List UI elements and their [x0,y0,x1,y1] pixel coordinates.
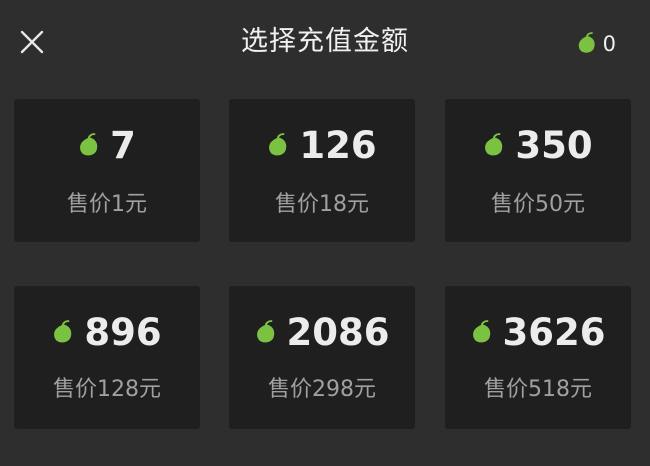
package-amount: 350 [515,124,593,167]
package-amount-row: 7 [14,124,200,168]
package-card[interactable]: 126 售价18元 [229,99,415,242]
package-amount: 7 [110,124,136,167]
package-price: 售价1元 [67,192,147,217]
package-card[interactable]: 896 售价128元 [14,286,200,429]
package-price: 售价518元 [484,377,592,402]
package-amount-row: 350 [445,124,631,168]
leaf-coin-icon [483,133,505,159]
package-card[interactable]: 350 售价50元 [445,99,631,242]
package-grid: 7 售价1元 126 售价18元 350 售价50元 896 售价128元 20… [0,0,650,466]
leaf-coin-icon [52,320,74,346]
package-price: 售价50元 [491,192,585,217]
package-price: 售价128元 [53,377,161,402]
leaf-coin-icon [267,133,289,159]
leaf-coin-icon [255,320,277,346]
leaf-coin-icon [471,320,493,346]
package-amount-row: 896 [14,311,200,355]
package-amount-row: 3626 [445,311,631,355]
package-amount-row: 126 [229,124,415,168]
package-card[interactable]: 7 售价1元 [14,99,200,242]
package-card[interactable]: 3626 售价518元 [445,286,631,429]
package-amount: 2086 [286,311,390,354]
package-price: 售价18元 [275,192,369,217]
package-amount-row: 2086 [229,311,415,355]
package-amount: 3626 [502,311,606,354]
package-card[interactable]: 2086 售价298元 [229,286,415,429]
package-price: 售价298元 [268,377,376,402]
package-amount: 896 [84,311,162,354]
leaf-coin-icon [78,133,100,159]
package-amount: 126 [299,124,377,167]
